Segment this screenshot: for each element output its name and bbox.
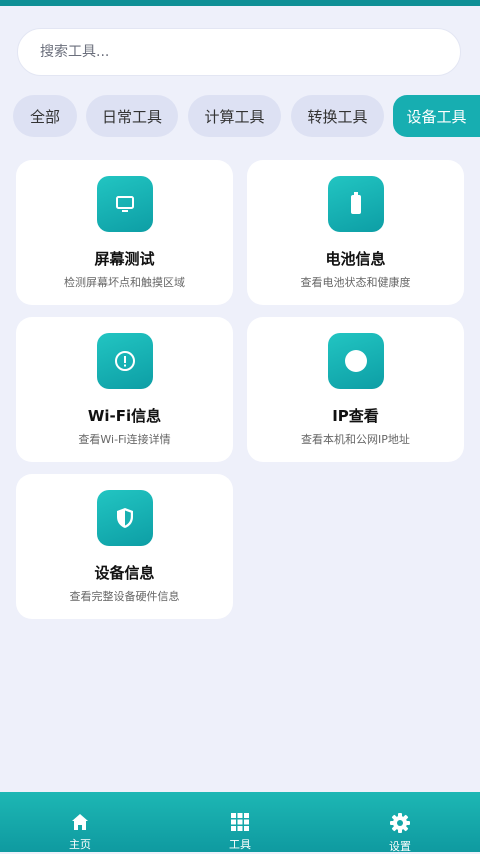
grid-icon — [229, 812, 251, 832]
alert-circle-icon — [96, 333, 153, 389]
gear-icon — [389, 812, 411, 834]
nav-label: 工具 — [229, 838, 251, 851]
nav-item-settings[interactable]: 设置 — [320, 792, 480, 853]
category-tabs: 全部 日常工具 计算工具 转换工具 设备工具 — [0, 95, 480, 137]
nav-label: 主页 — [69, 838, 91, 851]
tab-daily-tools[interactable]: 日常工具 — [86, 95, 178, 137]
circle-dot-icon — [327, 333, 384, 389]
tool-title: Wi-Fi信息 — [87, 407, 162, 425]
tool-card-battery-info[interactable]: 电池信息 查看电池状态和健康度 — [247, 160, 464, 305]
shield-icon — [96, 490, 153, 546]
tab-calc-tools[interactable]: 计算工具 — [188, 95, 281, 137]
tool-card-screen-test[interactable]: 屏幕测试 检测屏幕坏点和触摸区域 — [16, 160, 233, 305]
status-bar — [0, 0, 480, 6]
tool-card-device-info[interactable]: 设备信息 查看完整设备硬件信息 — [16, 474, 233, 619]
tab-all[interactable]: 全部 — [13, 95, 77, 137]
tool-description: 查看Wi-Fi连接详情 — [78, 433, 171, 446]
tool-title: 屏幕测试 — [94, 250, 155, 268]
tab-convert-tools[interactable]: 转换工具 — [291, 95, 384, 137]
tool-card-ip-lookup[interactable]: IP查看 查看本机和公网IP地址 — [247, 317, 464, 462]
tool-title: IP查看 — [332, 407, 379, 425]
search-input[interactable] — [38, 43, 460, 61]
monitor-icon — [96, 176, 153, 232]
bottom-navigation: 主页 工具 设置 — [0, 792, 480, 853]
nav-item-tools[interactable]: 工具 — [160, 792, 320, 852]
battery-icon — [327, 176, 384, 232]
tool-title: 设备信息 — [94, 564, 155, 582]
nav-item-home[interactable]: 主页 — [0, 792, 160, 852]
home-icon — [69, 812, 91, 832]
tool-description: 检测屏幕坏点和触摸区域 — [64, 276, 185, 289]
search-bar[interactable] — [17, 28, 461, 76]
tab-device-tools[interactable]: 设备工具 — [393, 95, 480, 137]
tool-description: 查看完整设备硬件信息 — [69, 590, 180, 603]
tool-description: 查看本机和公网IP地址 — [301, 433, 410, 446]
tool-card-wifi-info[interactable]: Wi-Fi信息 查看Wi-Fi连接详情 — [16, 317, 233, 462]
tool-title: 电池信息 — [325, 250, 386, 268]
tool-description: 查看电池状态和健康度 — [300, 276, 411, 289]
